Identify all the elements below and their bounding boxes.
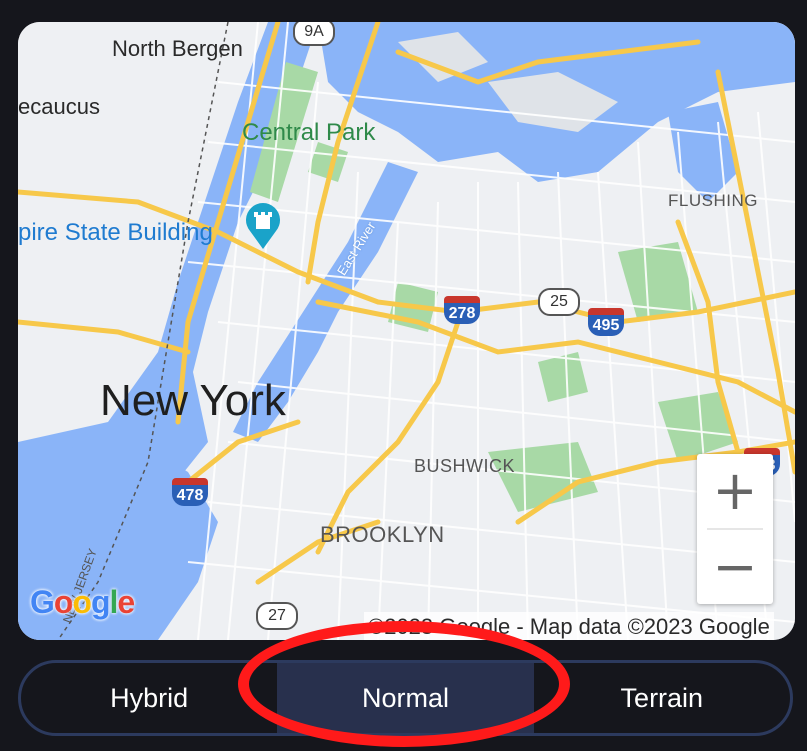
brooklyn-label: BROOKLYN	[320, 522, 445, 547]
route-27-shield: 27	[256, 602, 298, 630]
map-type-hybrid-button[interactable]: Hybrid	[21, 663, 277, 733]
new-york-label: New York	[100, 376, 286, 425]
bushwick-label: BUSHWICK	[414, 456, 516, 476]
map-type-terrain-button[interactable]: Terrain	[534, 663, 790, 733]
route-25-shield: 25	[538, 288, 580, 316]
central-park-label[interactable]: Central Park	[242, 119, 375, 147]
empire-state-building-label[interactable]: pire State Building	[18, 219, 213, 247]
landmark-pin-icon[interactable]	[244, 203, 282, 249]
interstate-278-shield: 278	[444, 296, 480, 324]
map-view[interactable]: North Bergen ecaucus Central Park pire S…	[18, 22, 795, 640]
interstate-495-shield: 495	[588, 308, 624, 336]
interstate-478-shield: 478	[172, 478, 208, 506]
map-attribution[interactable]: ©2023 Google - Map data ©2023 Google	[364, 612, 774, 640]
map-type-selector: Hybrid Normal Terrain	[18, 660, 793, 736]
north-bergen-label: North Bergen	[112, 36, 243, 61]
secaucus-label: ecaucus	[18, 94, 100, 119]
route-9a-shield: 9A	[293, 22, 335, 46]
zoom-controls: + −	[697, 454, 773, 604]
zoom-out-button[interactable]: −	[697, 530, 773, 604]
zoom-in-button[interactable]: +	[697, 454, 773, 528]
google-logo: Google	[30, 584, 135, 620]
map-type-normal-button[interactable]: Normal	[277, 663, 534, 733]
flushing-label: FLUSHING	[668, 191, 758, 210]
